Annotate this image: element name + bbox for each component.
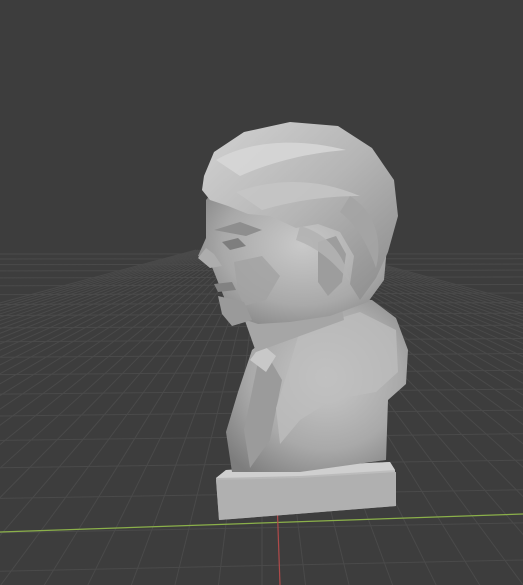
sculpted-bust[interactable] [198,122,408,520]
3d-viewport[interactable] [0,0,523,585]
viewport-scene[interactable] [0,0,523,585]
